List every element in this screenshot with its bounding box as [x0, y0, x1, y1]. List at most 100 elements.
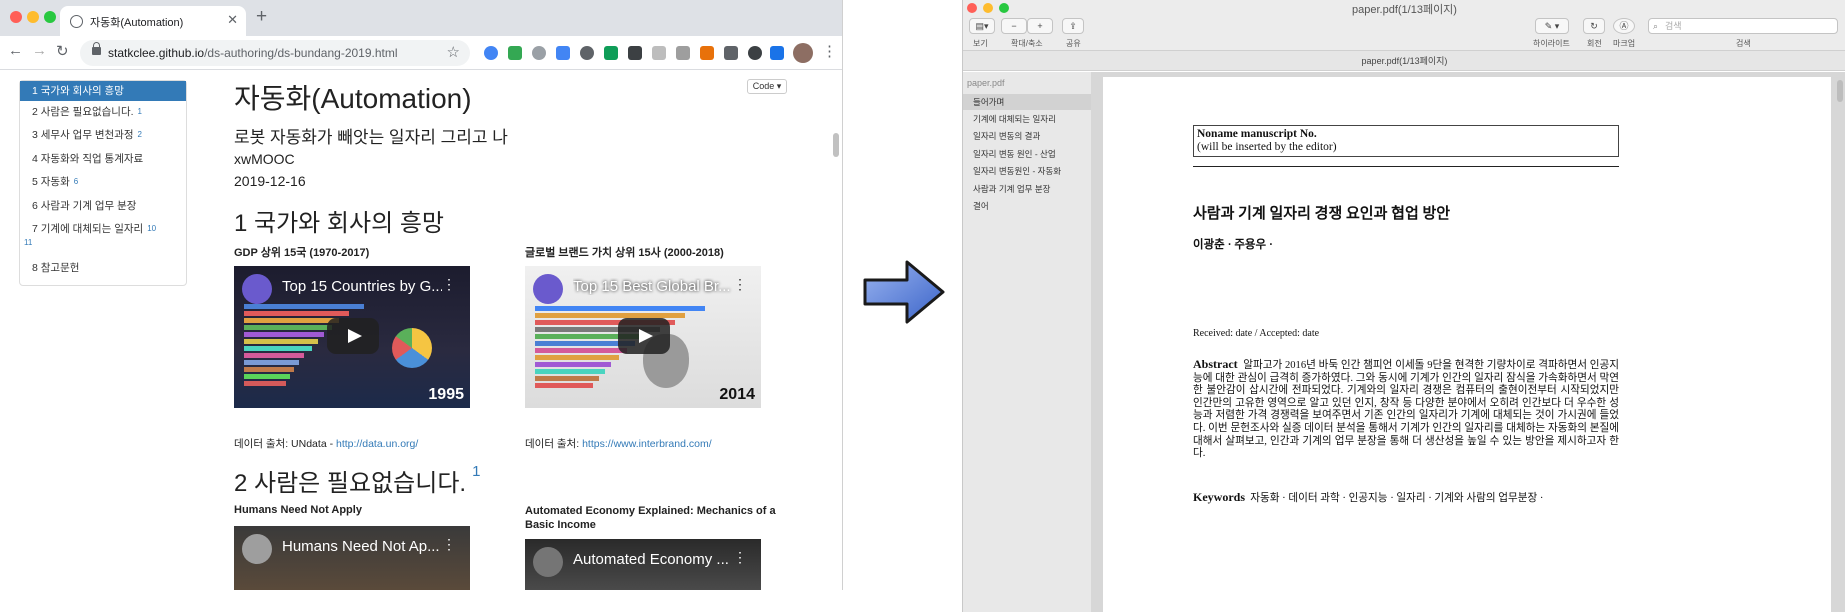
section-heading: 1 국가와 회사의 흥망 [234, 210, 444, 237]
zoom-label: 확대/축소 [1011, 39, 1043, 48]
zoom-in-button[interactable]: + [1027, 18, 1053, 34]
search-label: 검색 [1736, 39, 1751, 48]
preview-window: paper.pdf(1/13페이지) ▤▾ 보기 − + 확대/축소 ⇪ 공유 … [962, 0, 1845, 612]
shield-icon[interactable] [770, 46, 784, 60]
sidebar-item-intro[interactable]: 들어가며 [963, 94, 1091, 110]
sidebar-item[interactable]: 일자리 변동 원인 - 산업 [963, 146, 1091, 162]
more-menu-icon[interactable]: ⋮ [822, 42, 837, 60]
new-tab-button[interactable]: + [256, 6, 267, 28]
document-icon[interactable] [652, 46, 666, 60]
video-title: Humans Need Not Ap... [282, 538, 440, 555]
avatar[interactable] [793, 43, 813, 63]
source-link[interactable]: http://data.un.org/ [336, 438, 418, 450]
zoom-out-button[interactable]: − [1001, 18, 1027, 34]
sidebar-item[interactable]: 일자리 변동원인 - 자동화 [963, 163, 1091, 179]
scrollbar[interactable] [1837, 80, 1843, 102]
sidebar-item[interactable]: 사람과 기계 업무 분장 [963, 181, 1091, 197]
video-caption: Humans Need Not Apply [234, 504, 362, 516]
abstract: Abstract 알파고가 2016년 바둑 인간 챔피언 이세돌 9단을 현격… [1193, 357, 1620, 460]
toc-item[interactable]: 2 사람은 필요없습니다. 1 [20, 105, 186, 119]
sidebar-item[interactable]: 기계에 대체되는 일자리 [963, 111, 1091, 127]
address-bar[interactable]: statkclee.github.io/ds-authoring/ds-bund… [80, 40, 470, 66]
translate-icon[interactable] [556, 46, 570, 60]
paper-title: 사람과 기계 일자리 경쟁 요인과 협업 방안 [1193, 206, 1451, 222]
video-title: Automated Economy ... [573, 551, 729, 568]
play-button[interactable] [327, 318, 379, 354]
share-button[interactable]: ⇪ [1062, 18, 1084, 34]
table-of-contents: 1 국가와 회사의 흥망 2 사람은 필요없습니다. 1 3 세무사 업무 변천과… [19, 80, 187, 286]
rotate-button[interactable]: ↻ [1583, 18, 1605, 34]
date: 2019-12-16 [234, 173, 306, 189]
toc-item[interactable]: 6 사람과 기계 업무 분장 [20, 199, 186, 213]
divider [1193, 166, 1619, 167]
video-title: Top 15 Countries by G... [282, 278, 442, 295]
toc-item[interactable]: 1 국가와 회사의 흥망 [20, 81, 186, 101]
channel-avatar [242, 274, 272, 304]
more-icon[interactable]: ⋮ [733, 549, 747, 566]
channel-avatar [533, 547, 563, 577]
play-button[interactable] [618, 318, 670, 354]
toc-item[interactable]: 4 자동화와 직업 통계자료 [20, 152, 186, 166]
view-label: 보기 [973, 39, 988, 48]
youtube-video-brands[interactable]: Top 15 Best Global Br... ⋮ 2014 [525, 266, 761, 408]
page-subtitle: 로봇 자동화가 빼앗는 일자리 그리고 나 [234, 128, 508, 147]
preview-titlebar: paper.pdf(1/13페이지) ▤▾ 보기 − + 확대/축소 ⇪ 공유 … [963, 0, 1845, 51]
more-icon[interactable]: ⋮ [733, 276, 747, 293]
keyboard-icon[interactable] [676, 46, 690, 60]
document-subtitle: paper.pdf(1/13페이지) [963, 51, 1845, 71]
browser-tab[interactable]: 자동화(Automation) ✕ [60, 6, 246, 36]
browser-toolbar: ← → ↻ statkclee.github.io/ds-authoring/d… [0, 36, 842, 70]
data-source: 데이터 출처: https://www.interbrand.com/ [525, 438, 712, 450]
globe-icon [70, 15, 83, 28]
source-link[interactable]: https://www.interbrand.com/ [582, 438, 712, 450]
page-title: 자동화(Automation) [234, 83, 472, 114]
minimize-window-button[interactable] [27, 11, 39, 23]
share-label: 공유 [1066, 39, 1081, 48]
film-icon[interactable] [724, 46, 738, 60]
close-window-button[interactable] [10, 11, 22, 23]
youtube-video-automated-economy[interactable]: Automated Economy ... ⋮ [525, 539, 761, 590]
markup-label: 마크업 [1613, 39, 1636, 48]
back-arrow-icon[interactable]: ← [8, 42, 23, 59]
sidebar-toggle-button[interactable]: ▤▾ [969, 18, 995, 34]
toc-item[interactable]: 5 자동화 6 [20, 175, 186, 189]
more-icon[interactable]: ⋮ [442, 536, 456, 553]
forward-arrow-icon[interactable]: → [32, 42, 47, 59]
pdf-viewer: Noname manuscript No. (will be inserted b… [1091, 72, 1845, 612]
maximize-window-button[interactable] [44, 11, 56, 23]
highlight-label: 하이라이트 [1533, 39, 1570, 48]
right-arrow-icon [863, 260, 945, 324]
keywords: Keywords 자동화 · 데이터 과학 · 인공지능 · 일자리 · 기계와… [1193, 490, 1544, 504]
extension-icon[interactable] [700, 46, 714, 60]
section-heading: 2 사람은 필요없습니다. 1 [234, 463, 481, 497]
close-icon[interactable]: ✕ [227, 12, 238, 28]
video-caption: GDP 상위 15국 (1970-2017) [234, 247, 370, 259]
youtube-video-humans[interactable]: Humans Need Not Ap... ⋮ [234, 526, 470, 590]
scrollbar[interactable] [833, 133, 839, 157]
reload-icon[interactable]: ↻ [56, 42, 69, 60]
eyedropper-icon[interactable] [628, 46, 642, 60]
markup-button[interactable]: Ⓐ [1613, 18, 1635, 34]
tab-title: 자동화(Automation) [90, 17, 184, 29]
toc-item[interactable]: 3 세무사 업무 변천과정 2 [20, 128, 186, 142]
sidebar-item[interactable]: 결어 [963, 198, 1091, 214]
page-content: 1 국가와 회사의 흥망 2 사람은 필요없습니다. 1 3 세무사 업무 변천과… [0, 71, 842, 590]
sidebar-item[interactable]: 일자리 변동의 결과 [963, 128, 1091, 144]
cloud-icon[interactable] [532, 46, 546, 60]
rotate-label: 회전 [1587, 39, 1602, 48]
code-dropdown-button[interactable]: Code ▾ [747, 79, 787, 94]
drive-icon[interactable] [508, 46, 522, 60]
more-icon[interactable]: ⋮ [442, 276, 456, 293]
search-input[interactable]: ⌕ 검색 [1648, 18, 1838, 34]
bookmark-star-icon[interactable]: ☆ [447, 43, 460, 61]
browser-window: 자동화(Automation) ✕ + ← → ↻ statkclee.gith… [0, 0, 843, 590]
crop-icon[interactable] [604, 46, 618, 60]
toc-item[interactable]: 8 참고문헌 [20, 261, 186, 275]
extension-icon[interactable] [484, 46, 498, 60]
toc-item[interactable]: 7 기계에 대체되는 일자리 10 11 [20, 222, 186, 250]
extension-icon[interactable] [748, 46, 762, 60]
youtube-video-gdp[interactable]: Top 15 Countries by G... ⋮ 1995 [234, 266, 470, 408]
video-title: Top 15 Best Global Br... [573, 278, 731, 295]
highlight-button[interactable]: ✎ ▾ [1535, 18, 1569, 34]
extension-icon[interactable] [580, 46, 594, 60]
